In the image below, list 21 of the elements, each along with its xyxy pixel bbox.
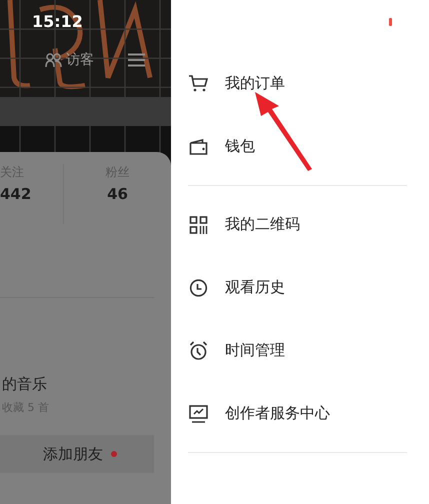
alarm-clock-icon [189, 341, 208, 360]
menu-item[interactable]: 钱包 [171, 115, 429, 178]
visitor-button[interactable]: 访客 [45, 51, 94, 69]
people-icon [45, 52, 62, 68]
qr-code-icon [189, 216, 208, 234]
menu-icon[interactable] [128, 53, 145, 67]
menu-item[interactable]: 时间管理 [171, 319, 429, 382]
menu-item[interactable]: 我的订单 [171, 52, 429, 115]
stat-value: 46 [107, 185, 128, 203]
music-title: 的音乐 [2, 375, 48, 394]
stat-value: 442 [0, 185, 32, 203]
menu-item[interactable]: 观看历史 [171, 256, 429, 319]
menu-item[interactable]: 我的二维码 [171, 193, 429, 256]
clock-icon [189, 278, 208, 296]
add-friend-button[interactable]: 添加朋友 [0, 435, 154, 473]
status-time: 15:12 [32, 12, 83, 31]
wallet-icon [189, 138, 208, 154]
chart-monitor-icon [189, 404, 208, 422]
cart-icon [189, 75, 208, 92]
notification-dot [111, 451, 117, 457]
menu-item[interactable]: 创作者服务中心 [171, 382, 429, 445]
